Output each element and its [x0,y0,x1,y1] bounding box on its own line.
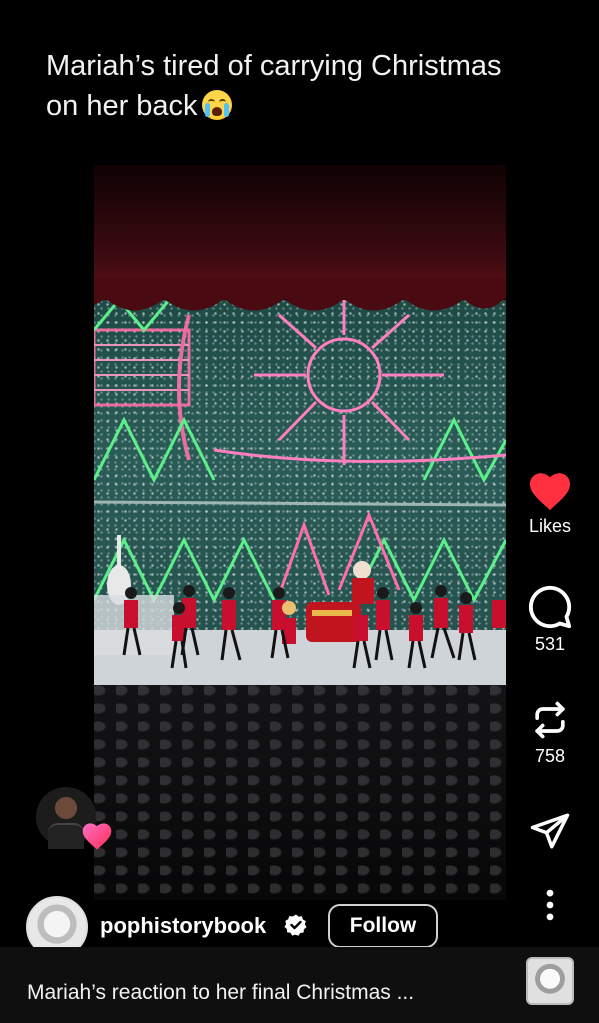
send-icon[interactable] [529,810,571,852]
audience [94,685,506,900]
liker-avatar[interactable] [36,787,112,850]
heart-icon[interactable] [527,470,573,512]
repost-icon[interactable] [528,698,572,742]
repost-action[interactable]: 758 [520,698,580,767]
share-action[interactable] [520,810,580,852]
crying-face-icon [201,90,232,120]
video-player[interactable] [94,165,506,900]
comment-icon[interactable] [527,584,573,630]
caption-bar[interactable]: Mariah’s reaction to her final Christmas… [0,947,599,1023]
follow-button[interactable]: Follow [328,904,438,948]
stage-curtain [94,165,506,290]
likes-label: Likes [528,516,572,536]
audio-thumbnail[interactable] [526,957,574,1005]
heart-emoji-icon [82,823,112,850]
verified-badge-icon [284,914,307,936]
caption-line-2: on her back [46,86,566,126]
post-caption-preview[interactable]: Mariah’s reaction to her final Christmas… [27,981,414,1005]
comment-action[interactable]: 531 [520,584,580,655]
reposts-count: 758 [534,746,566,766]
like-action[interactable]: Likes [520,470,580,537]
comments-count: 531 [534,634,566,654]
curtain-valance [94,277,506,311]
caption-line-1: Mariah’s tired of carrying Christmas [46,50,502,82]
post-caption: Mariah’s tired of carrying Christmas on … [46,46,566,126]
stage-scene [94,300,506,690]
author-username[interactable]: pophistorybook [100,913,266,939]
